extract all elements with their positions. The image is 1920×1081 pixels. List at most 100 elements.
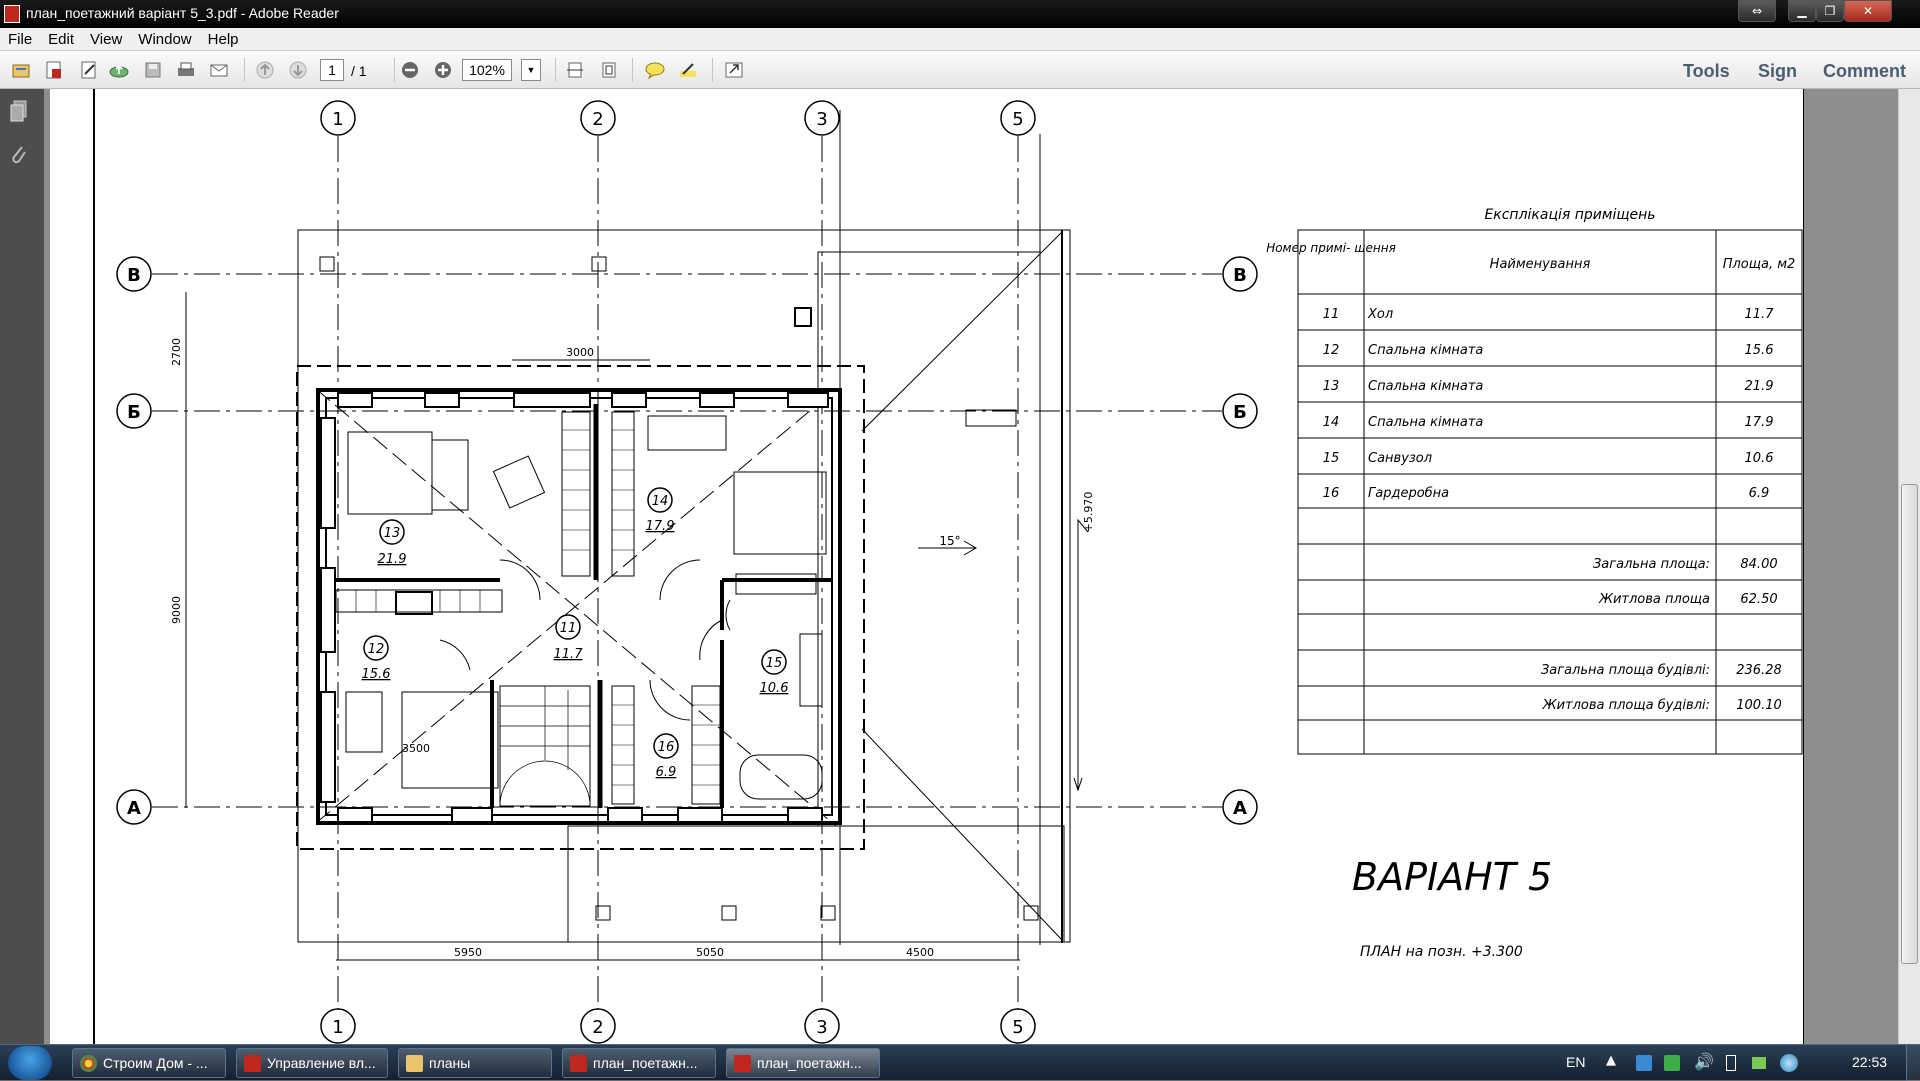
task-pdf-1[interactable]: план_поетажн...	[562, 1048, 716, 1078]
save-icon[interactable]	[142, 60, 164, 80]
room-13-area: 21.9	[378, 552, 407, 567]
table-cell: 11.7	[1745, 307, 1775, 322]
menu-window[interactable]: Window	[130, 28, 199, 48]
menu-edit[interactable]: Edit	[40, 28, 82, 48]
dim-4500: 4500	[906, 946, 934, 959]
axis-label-b-right: Б	[1233, 402, 1247, 423]
variant-title: ВАРІАНТ 5	[1352, 855, 1552, 899]
table-cell: 15	[1323, 451, 1340, 466]
col-header-area: Площа, м2	[1723, 257, 1796, 272]
start-button-windows-icon[interactable]	[8, 1046, 52, 1080]
sign-link[interactable]: Sign	[1758, 61, 1797, 82]
show-desktop-button[interactable]	[1906, 1045, 1920, 1081]
toolbar: 1 / 1 102% ▼ Tools Sign Comment	[0, 51, 1920, 89]
plan-level-label: ПЛАН на позн. +3.300	[1360, 944, 1523, 960]
pdf-icon	[734, 1055, 751, 1072]
pdf-icon	[244, 1055, 261, 1072]
axis-label-5-bottom: 5	[1012, 1017, 1023, 1038]
zoom-dropdown-chevron-down-icon[interactable]: ▼	[521, 59, 541, 81]
print-icon[interactable]	[175, 60, 197, 80]
dim-5950: 5950	[454, 946, 482, 959]
adobe-reader-icon	[4, 5, 20, 23]
navigation-panel	[0, 89, 44, 1044]
room-13-number: 13	[384, 526, 401, 541]
room-14-area: 17.9	[646, 519, 675, 534]
room-16-area: 6.9	[656, 765, 677, 780]
zoom-out-icon[interactable]	[399, 60, 421, 80]
language-indicator[interactable]: EN	[1566, 1054, 1585, 1070]
menu-help[interactable]: Help	[200, 28, 247, 48]
clock[interactable]: 22:53	[1852, 1054, 1887, 1070]
network-icon[interactable]	[1636, 1055, 1652, 1071]
update-globe-icon[interactable]	[1780, 1054, 1798, 1072]
comment-link[interactable]: Comment	[1823, 61, 1906, 82]
total-label: Загальна площа:	[1593, 557, 1710, 572]
table-cell: 17.9	[1745, 415, 1774, 430]
volume-speaker-icon[interactable]: 🔊	[1694, 1052, 1714, 1071]
axis-label-a: А	[127, 798, 141, 819]
task-folder[interactable]: планы	[398, 1048, 552, 1078]
signal-icon[interactable]	[1752, 1057, 1766, 1069]
room-15-area: 10.6	[760, 681, 789, 696]
fit-width-icon[interactable]	[564, 60, 586, 80]
table-cell: Санвузол	[1368, 451, 1432, 466]
task-chrome[interactable]: Строим Дом - ...	[72, 1048, 226, 1078]
restore-arrows-button[interactable]: ⇔	[1738, 0, 1776, 22]
dim-9000: 9000	[170, 596, 183, 624]
edit-icon[interactable]	[78, 60, 100, 80]
table-cell: 12	[1323, 343, 1340, 358]
previous-page-icon[interactable]	[254, 60, 276, 80]
table-cell: Хол	[1367, 307, 1393, 322]
minimize-button[interactable]: ▁	[1788, 0, 1816, 22]
next-page-icon[interactable]	[287, 60, 309, 80]
axis-label-1-bottom: 1	[332, 1017, 343, 1038]
battery-icon[interactable]	[1726, 1055, 1736, 1071]
col-header-name: Найменування	[1490, 257, 1591, 272]
maximize-button[interactable]: ❐	[1816, 0, 1844, 22]
table-cell: 6.9	[1749, 486, 1770, 501]
attachments-paperclip-icon[interactable]	[8, 143, 30, 167]
open-icon[interactable]	[10, 60, 32, 80]
highlight-pen-icon[interactable]	[677, 60, 699, 80]
col-header-number: Номер примі- щення	[1266, 241, 1396, 255]
vertical-scrollbar[interactable]	[1898, 89, 1920, 1044]
tools-link[interactable]: Tools	[1683, 61, 1730, 82]
axis-label-a-right: А	[1233, 798, 1247, 819]
scrollbar-thumb[interactable]	[1901, 484, 1918, 964]
email-icon[interactable]	[208, 60, 230, 80]
table-cell: 21.9	[1745, 379, 1774, 394]
menu-view[interactable]: View	[82, 28, 130, 48]
total-value: 84.00	[1740, 557, 1777, 572]
upload-cloud-icon[interactable]	[108, 60, 130, 80]
expand-view-icon[interactable]	[723, 60, 745, 80]
total-label: Загальна площа будівлі:	[1541, 663, 1710, 678]
page-thumbnails-icon[interactable]	[8, 99, 30, 123]
axis-label-1: 1	[332, 109, 343, 130]
zoom-in-icon[interactable]	[432, 60, 454, 80]
axis-label-v: В	[127, 265, 141, 286]
axis-label-3-bottom: 3	[816, 1017, 827, 1038]
show-hidden-icons-chevron-up-icon[interactable]: ▲	[1606, 1053, 1616, 1068]
table-cell: 13	[1323, 379, 1340, 394]
menu-bar: File Edit View Window Help	[0, 28, 1920, 51]
close-button[interactable]: ✕	[1844, 0, 1892, 22]
create-pdf-icon[interactable]	[43, 60, 65, 80]
room-14-number: 14	[652, 494, 669, 509]
fit-page-icon[interactable]	[598, 60, 620, 80]
axis-label-v-right: В	[1233, 265, 1247, 286]
page-number-input[interactable]: 1	[320, 59, 344, 81]
table-cell: Спальна кімната	[1368, 415, 1483, 430]
room-12-area: 15.6	[362, 667, 391, 682]
task-pdf-2-active[interactable]: план_поетажн...	[726, 1048, 880, 1078]
zoom-level-input[interactable]: 102%	[462, 59, 512, 81]
chrome-icon	[80, 1055, 97, 1072]
total-label: Житлова площа будівлі:	[1542, 698, 1710, 713]
task-management[interactable]: Управление вл...	[236, 1048, 388, 1078]
security-shield-icon[interactable]	[1664, 1055, 1680, 1071]
total-value: 236.28	[1736, 663, 1782, 678]
comment-bubble-icon[interactable]	[644, 60, 666, 80]
dim-5050: 5050	[696, 946, 724, 959]
room-11-number: 11	[560, 621, 577, 636]
menu-file[interactable]: File	[0, 28, 40, 48]
floor-plan-drawing: 1 2 3 5 1 2 3 5 В Б А В Б А 3000 2700 90…	[93, 89, 1805, 1044]
